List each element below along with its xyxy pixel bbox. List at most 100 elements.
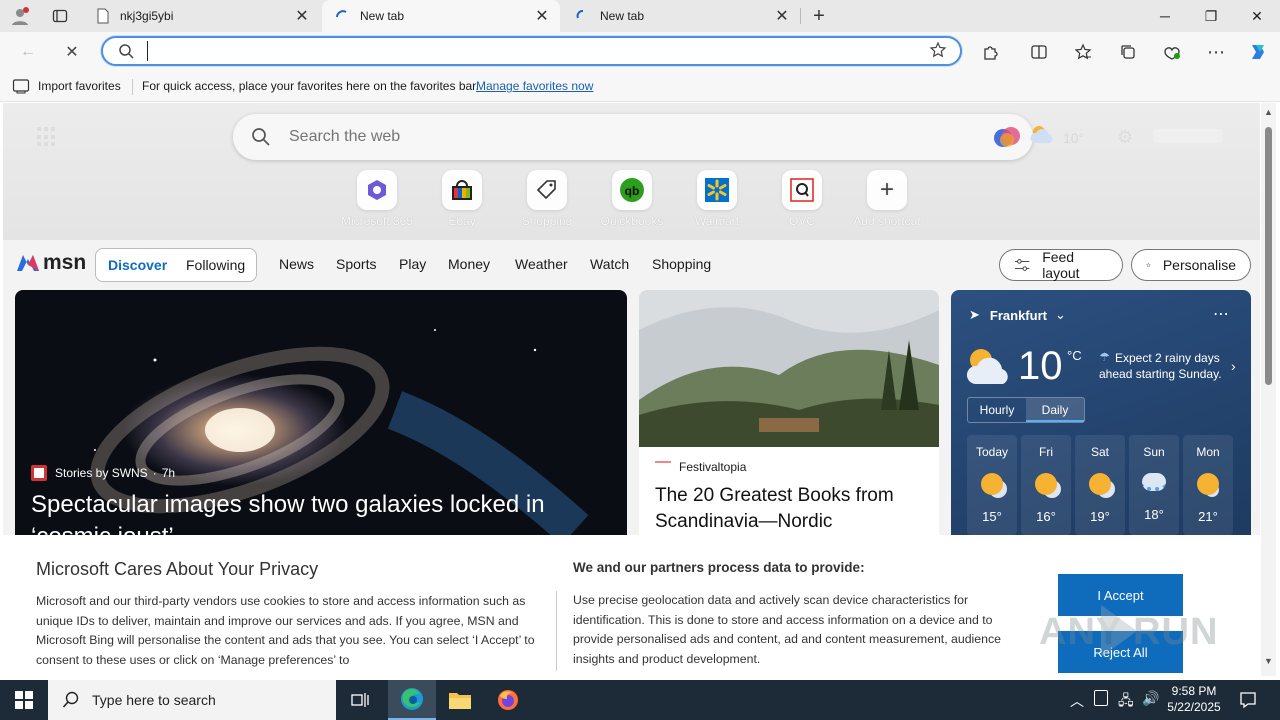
forecast-day-sun[interactable]: Sun 18° (1129, 435, 1179, 535)
msn-logo[interactable]: msn (15, 251, 86, 275)
forecast-day-name: Today (975, 445, 1009, 459)
main-story-headline[interactable]: Spectacular images show two galaxies loc… (31, 489, 611, 535)
favorites-button[interactable] (1067, 36, 1099, 68)
signin-faint[interactable] (1153, 129, 1223, 143)
weather-location[interactable]: ➤ Frankfurt ⌄ (969, 307, 1066, 323)
nav-watch[interactable]: Watch (590, 256, 629, 272)
shortcut-walmart[interactable]: Walmart (677, 170, 757, 228)
address-bar[interactable] (101, 36, 962, 66)
task-view-button[interactable] (336, 680, 384, 720)
tab-actions-button[interactable] (48, 4, 72, 28)
collections-button[interactable] (1112, 36, 1144, 68)
main-story-card[interactable]: Stories by SWNS · 7h Spectacular images … (15, 290, 627, 535)
tab-bar: nkj3gi5ybi ✕ New tab ✕ New tab ✕ + ─ ❐ ✕ (0, 0, 1280, 32)
shortcut-add[interactable]: + Add shortcut (847, 170, 927, 228)
profile-avatar[interactable] (8, 4, 32, 28)
hourly-tab[interactable]: Hourly (968, 398, 1026, 422)
network-status-icon[interactable] (1094, 690, 1108, 706)
nav-shopping[interactable]: Shopping (652, 256, 711, 272)
add-favorite-star-icon[interactable] (929, 41, 947, 62)
close-tab-icon[interactable]: ✕ (530, 4, 554, 28)
weather-cloud-icon (1029, 123, 1057, 148)
scroll-down-arrow-icon[interactable]: ▼ (1264, 656, 1273, 666)
weather-more-icon[interactable]: ⋯ (1213, 304, 1229, 324)
page-scrollbar[interactable]: ▲ ▼ (1261, 103, 1276, 676)
windows-logo-icon (15, 691, 33, 709)
shortcut-ebay[interactable]: Ebay (422, 170, 502, 228)
forecast-day-fri[interactable]: Fri 16° (1021, 435, 1071, 535)
restore-button[interactable]: ❐ (1188, 0, 1234, 32)
tab-nkj3gi5ybi[interactable]: nkj3gi5ybi ✕ (84, 0, 320, 32)
forecast-day-today[interactable]: Today 15° (967, 435, 1017, 535)
stop-loading-button[interactable]: ✕ (56, 36, 88, 68)
shortcut-shopping[interactable]: Shopping (507, 170, 587, 228)
personalise-button[interactable]: Personalise (1131, 249, 1251, 281)
import-favorites-button[interactable]: Import favorites (12, 78, 121, 94)
nav-sports[interactable]: Sports (336, 256, 376, 272)
microsoft365-icon (368, 180, 386, 200)
new-tab-button[interactable]: + (807, 4, 831, 28)
copilot-search-icon[interactable] (993, 124, 1023, 153)
address-input[interactable] (147, 41, 907, 61)
minimize-button[interactable]: ─ (1142, 0, 1188, 32)
second-story-headline[interactable]: The 20 Greatest Books from Scandinavia—N… (655, 483, 930, 535)
start-button[interactable] (0, 680, 48, 720)
app-launcher-icon[interactable] (37, 127, 57, 147)
close-tab-icon[interactable]: ✕ (290, 4, 314, 28)
action-center-button[interactable] (1232, 680, 1264, 720)
privacy-consent-banner: Microsoft Cares About Your Privacy Micro… (3, 535, 1260, 676)
clock[interactable]: 9:58 PM 5/22/2025 (1166, 683, 1222, 715)
manage-favorites-link[interactable]: Manage favorites now (476, 79, 593, 93)
web-search-box[interactable] (233, 114, 1033, 160)
close-tab-icon[interactable]: ✕ (770, 4, 794, 28)
new-tab-page: 10° ⚙ Microsoft 365 Ebay Shopping qb Qui… (3, 103, 1260, 535)
taskbar-search-placeholder: Type here to search (92, 692, 216, 708)
weather-card[interactable]: ➤ Frankfurt ⌄ ⋯ 10 °C ☂ Expect 2 rainy d… (951, 290, 1251, 535)
chevron-right-icon[interactable]: › (1231, 358, 1236, 374)
show-hidden-icons-icon[interactable]: ︿ (1070, 691, 1084, 711)
feed-layout-button[interactable]: Feed layout (999, 249, 1123, 281)
forecast-day-mon[interactable]: Mon 21° (1183, 435, 1233, 535)
nav-news[interactable]: News (279, 256, 314, 272)
forecast-day-sat[interactable]: Sat 19° (1075, 435, 1125, 535)
split-screen-button[interactable] (1023, 36, 1055, 68)
second-story-card[interactable]: Festivaltopia The 20 Greatest Books from… (639, 290, 939, 535)
extensions-button[interactable] (975, 36, 1007, 68)
settings-more-button[interactable]: ⋯ (1200, 36, 1232, 68)
tab-new-tab[interactable]: New tab ✕ (562, 0, 800, 32)
close-window-button[interactable]: ✕ (1234, 0, 1280, 32)
daily-tab[interactable]: Daily (1026, 398, 1084, 422)
weather-unit: °C (1067, 348, 1082, 363)
nav-money[interactable]: Money (448, 256, 490, 272)
firefox-button[interactable] (484, 680, 532, 720)
tab-new-tab-active[interactable]: New tab ✕ (322, 0, 560, 32)
settings-gear-icon[interactable]: ⚙ (1117, 127, 1133, 148)
shortcut-microsoft-365[interactable]: Microsoft 365 (337, 170, 417, 228)
network-icon[interactable]: 🖧 (1118, 690, 1134, 714)
weather-summary: Expect 2 rainy days ahead starting Sunda… (1099, 351, 1222, 381)
shortcut-quickbooks[interactable]: qb Quickbooks (592, 170, 672, 228)
weather-temp-faint[interactable]: 10° (1063, 130, 1084, 146)
favorites-bar: Import favorites For quick access, place… (0, 72, 1280, 102)
shortcut-qvc[interactable]: QVC (762, 170, 842, 228)
shortcut-label: Add shortcut (853, 214, 921, 228)
quickbooks-icon: qb (620, 178, 644, 202)
discover-tab[interactable]: Discover (108, 257, 167, 273)
edge-taskbar-button[interactable] (388, 680, 436, 720)
windows-taskbar: Type here to search ︿ 🖧 🔊 9:58 PM 5/22/2… (0, 680, 1280, 720)
copilot-button[interactable] (1242, 36, 1274, 68)
volume-icon[interactable]: 🔊 (1142, 690, 1159, 707)
file-explorer-button[interactable] (436, 680, 484, 720)
plus-icon: + (813, 4, 825, 27)
back-button[interactable]: ← (12, 36, 44, 68)
nav-play[interactable]: Play (399, 256, 426, 272)
scroll-up-arrow-icon[interactable]: ▲ (1264, 107, 1273, 117)
firefox-icon (498, 690, 518, 710)
web-search-input[interactable] (289, 126, 929, 148)
loading-icon (336, 10, 347, 18)
following-tab[interactable]: Following (186, 257, 245, 273)
scrollbar-thumb[interactable] (1265, 127, 1272, 385)
taskbar-search-box[interactable]: Type here to search (48, 680, 336, 720)
nav-weather[interactable]: Weather (515, 256, 568, 272)
browser-essentials-button[interactable] (1156, 36, 1188, 68)
